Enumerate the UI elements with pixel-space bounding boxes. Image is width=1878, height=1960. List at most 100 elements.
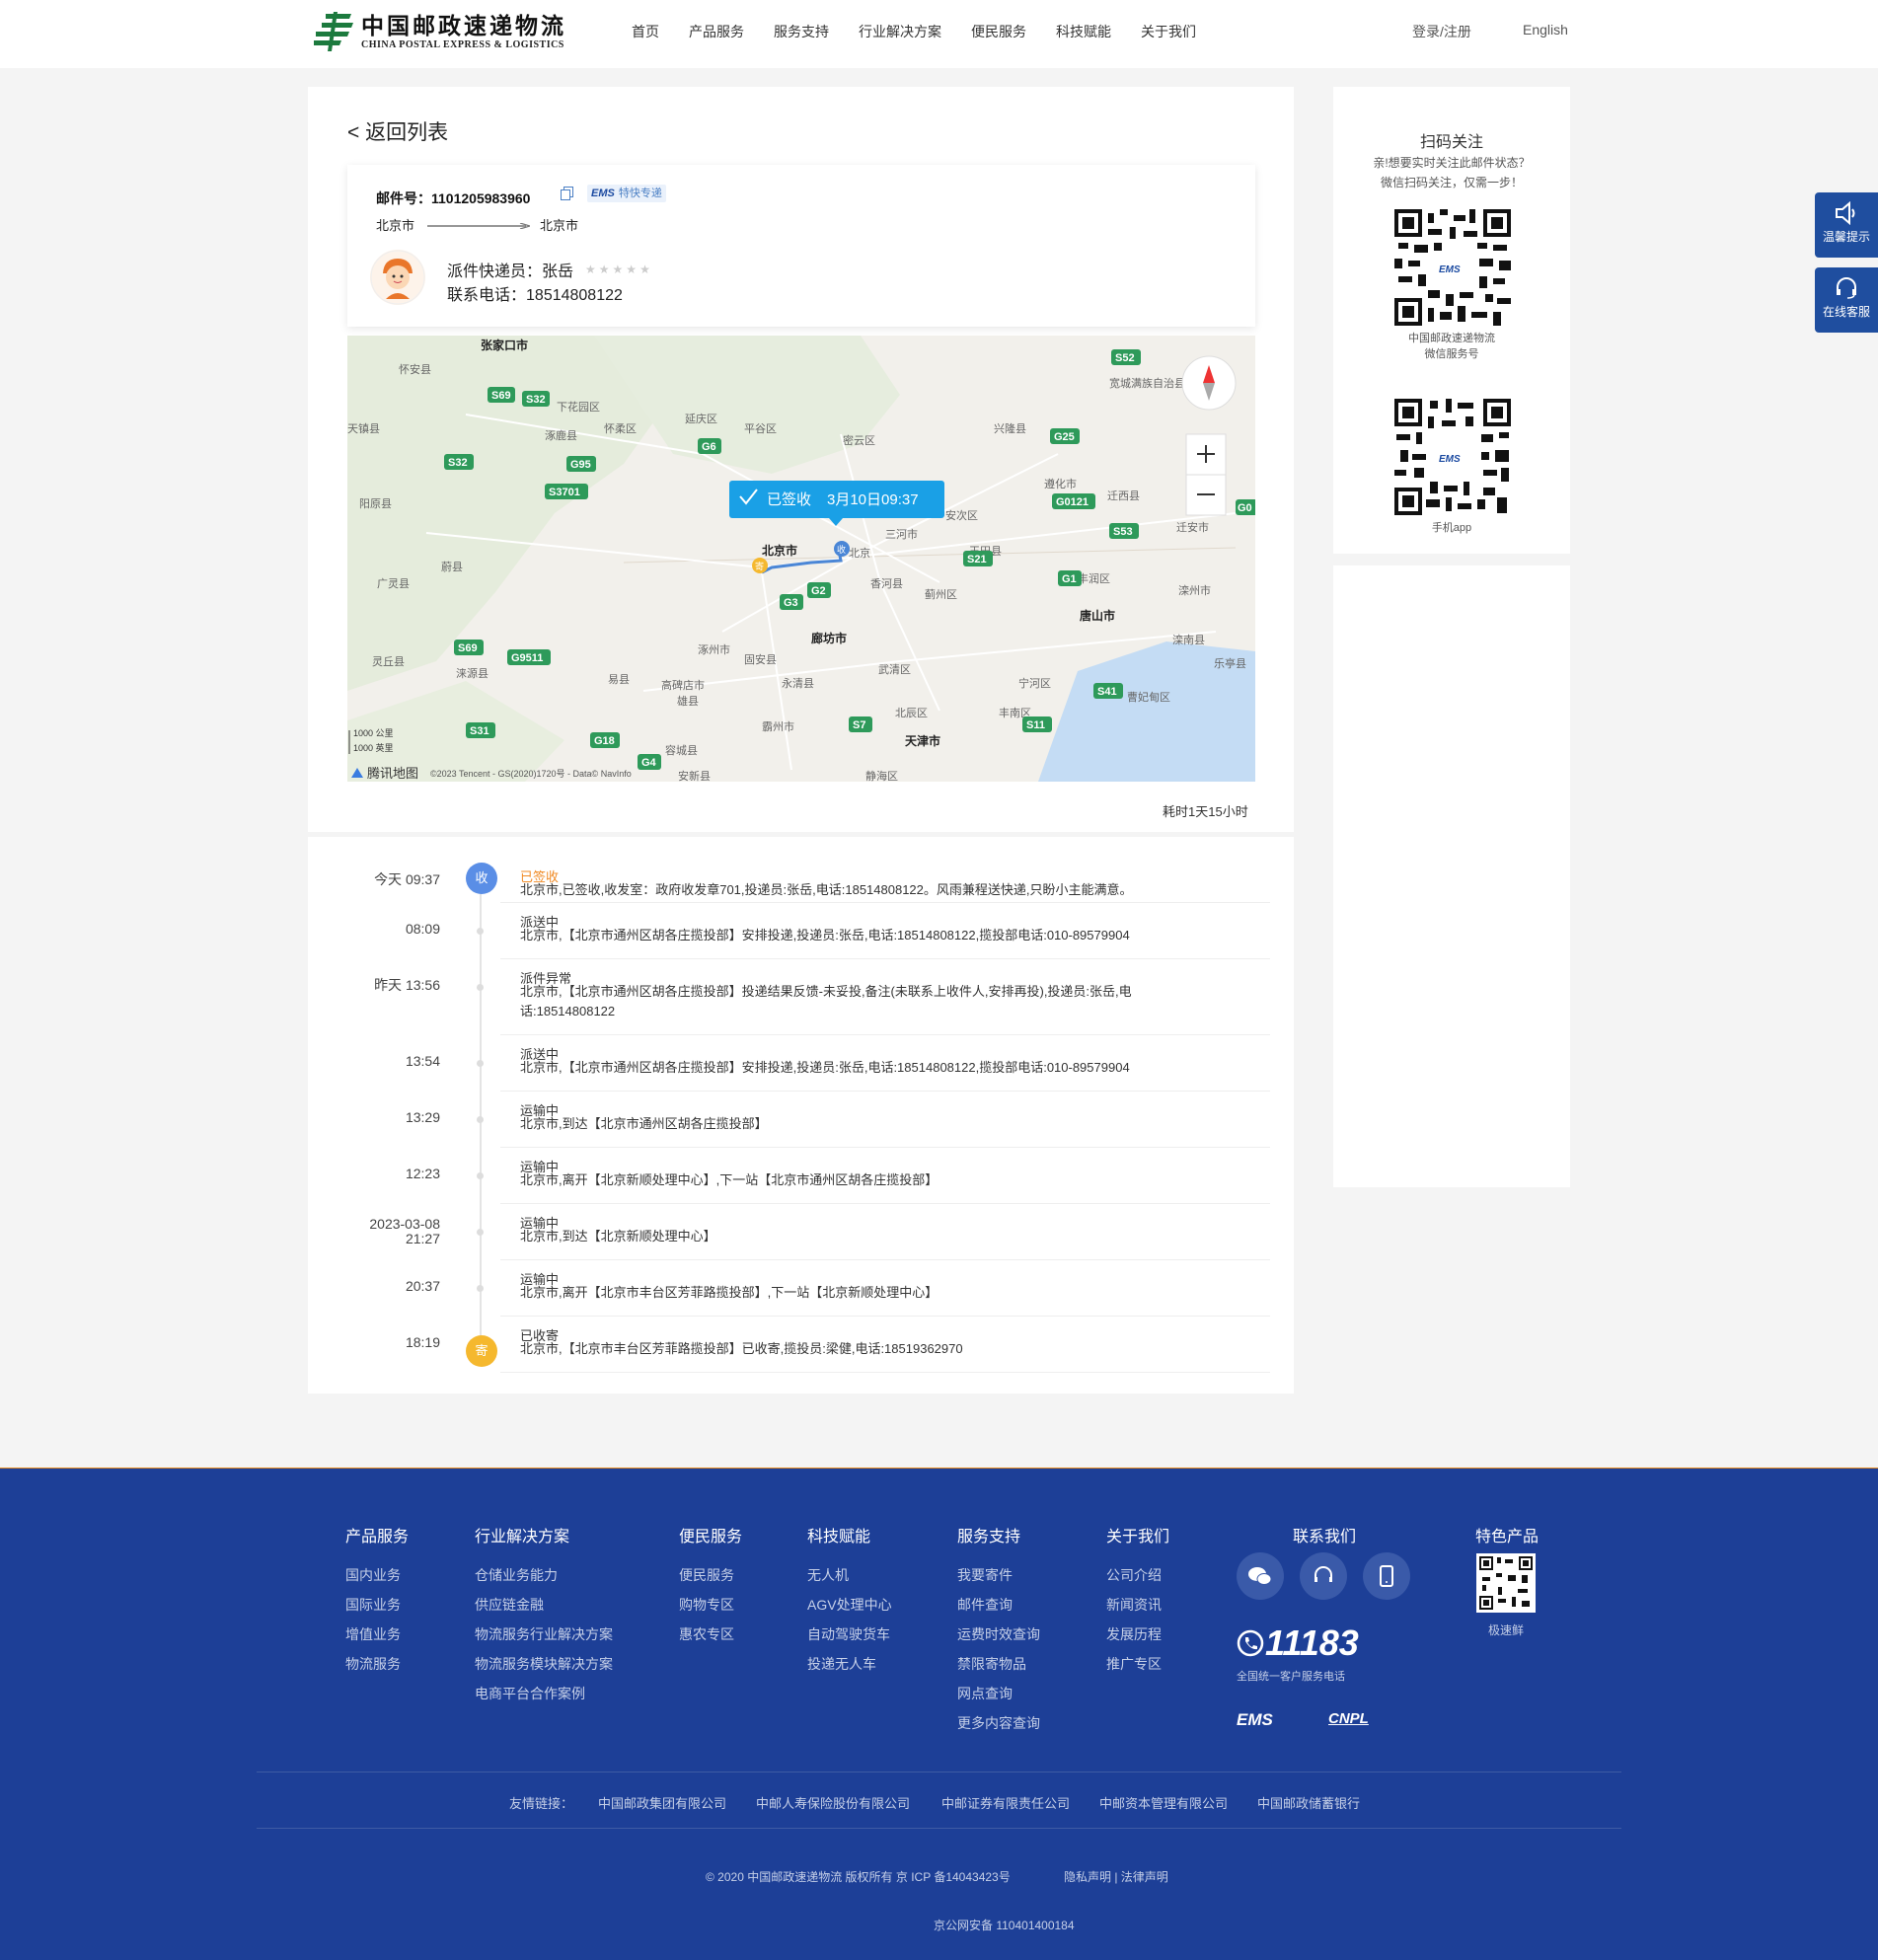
friend-link[interactable]: 中邮人寿保险股份有限公司 [756, 1793, 910, 1812]
mobile-phone-icon [1380, 1565, 1393, 1587]
footer-link[interactable]: 禁限寄物品 [957, 1649, 1040, 1679]
footer-link[interactable]: 物流服务 [345, 1649, 409, 1679]
footer-link[interactable]: 推广专区 [1106, 1649, 1169, 1679]
svg-text:涿鹿县: 涿鹿县 [545, 428, 577, 442]
svg-text:固安县: 固安县 [744, 652, 777, 666]
footer-link[interactable]: 仓储业务能力 [475, 1560, 613, 1590]
courier-rating[interactable]: ★ ★ ★ ★ ★ [585, 263, 653, 276]
nav-support[interactable]: 服务支持 [774, 22, 829, 41]
svg-text:霸州市: 霸州市 [762, 719, 794, 733]
tips-float-button[interactable]: 温馨提示 [1815, 192, 1878, 258]
featured-product-label[interactable]: 极速鲜 [1488, 1621, 1524, 1638]
policy-links[interactable]: 隐私声明 | 法律声明 [1064, 1868, 1168, 1885]
footer-link[interactable]: 更多内容查询 [957, 1708, 1040, 1738]
footer-link[interactable]: 惠农专区 [679, 1620, 742, 1649]
timeline-dot [477, 1229, 484, 1236]
footer-link[interactable]: 物流服务模块解决方案 [475, 1649, 613, 1679]
courier-phone: 联系电话：18514808122 [447, 287, 623, 304]
customer-service-button[interactable] [1300, 1552, 1347, 1600]
svg-text:兴隆县: 兴隆县 [994, 421, 1026, 435]
copy-icon[interactable] [561, 187, 573, 200]
logo[interactable]: 中国邮政速递物流 CHINA POSTAL EXPRESS & LOGISTIC… [312, 10, 566, 53]
nav-products[interactable]: 产品服务 [689, 22, 744, 41]
event-desc: 北京市,离开【北京新顺处理中心】,下一站【北京市通州区胡各庄揽投部】 [520, 1172, 939, 1187]
footer-link[interactable]: 投递无人车 [807, 1649, 892, 1679]
svg-text:蓟州区: 蓟州区 [925, 588, 957, 601]
footer-link[interactable]: 网点查询 [957, 1679, 1040, 1708]
footer-link[interactable]: 邮件查询 [957, 1590, 1040, 1620]
mobile-app-button[interactable] [1363, 1552, 1410, 1600]
svg-text:G0: G0 [1238, 502, 1252, 514]
route-map[interactable]: 张家口市 怀安县 下花园区 延庆区 怀柔区 密云区 兴隆县 宽城满族自治县 天镇… [347, 336, 1255, 782]
footer-link[interactable]: 便民服务 [679, 1560, 742, 1590]
footer-link[interactable]: 新闻资讯 [1106, 1590, 1169, 1620]
event-desc: 北京市,离开【北京市丰台区芳菲路揽投部】,下一站【北京新顺处理中心】 [520, 1285, 939, 1300]
online-service-float-button[interactable]: 在线客服 [1815, 267, 1878, 333]
star-icon[interactable]: ★ [639, 263, 650, 276]
friend-link[interactable]: 中国邮政集团有限公司 [598, 1793, 726, 1812]
sidebar-blank-panel [1333, 565, 1570, 1187]
footer-link[interactable]: AGV处理中心 [807, 1590, 892, 1620]
footer-link[interactable]: 公司介绍 [1106, 1560, 1169, 1590]
star-icon[interactable]: ★ [613, 263, 624, 276]
map-send-marker[interactable]: 寄 [752, 558, 768, 573]
footer-link[interactable]: 运费时效查询 [957, 1620, 1040, 1649]
nav-solutions[interactable]: 行业解决方案 [859, 22, 941, 41]
svg-text:G3: G3 [784, 597, 798, 609]
footer-link[interactable]: 供应链金融 [475, 1590, 613, 1620]
footer-link[interactable]: 自动驾驶货车 [807, 1620, 892, 1649]
nav-about[interactable]: 关于我们 [1141, 22, 1196, 41]
footer-link[interactable]: 物流服务行业解决方案 [475, 1620, 613, 1649]
map-receive-marker[interactable]: 收 [834, 541, 850, 557]
back-to-list-link[interactable]: < 返回列表 [347, 116, 448, 146]
ems-brand-logo: EMS [1237, 1710, 1273, 1729]
svg-text:静海区: 静海区 [865, 769, 898, 782]
featured-product-qr-code[interactable] [1476, 1553, 1536, 1613]
map-canvas[interactable]: 张家口市 怀安县 下花园区 延庆区 怀柔区 密云区 兴隆县 宽城满族自治县 天镇… [347, 336, 1255, 782]
footer-link[interactable]: 发展历程 [1106, 1620, 1169, 1649]
footer-link[interactable]: 电商平台合作案例 [475, 1679, 613, 1708]
footer-col-title: 行业解决方案 [475, 1529, 570, 1545]
event-desc: 北京市,【北京市通州区胡各庄揽投部】投递结果反馈-未妥投,备注(未联系上收件人,… [520, 984, 1132, 1018]
app-qr-caption: 手机app [1431, 522, 1472, 534]
footer-link[interactable]: 国际业务 [345, 1590, 409, 1620]
friend-link[interactable]: 中国邮政储蓄银行 [1257, 1793, 1360, 1812]
footer-link[interactable]: 我要寄件 [957, 1560, 1040, 1590]
main-nav: 首页 产品服务 服务支持 行业解决方案 便民服务 科技赋能 关于我们 [632, 22, 1226, 41]
svg-text:武清区: 武清区 [878, 663, 911, 676]
footer-link[interactable]: 增值业务 [345, 1620, 409, 1649]
footer-link[interactable]: 国内业务 [345, 1560, 409, 1590]
footer-col-support: 服务支持 我要寄件 邮件查询 运费时效查询 禁限寄物品 网点查询 更多内容查询 [957, 1523, 1040, 1738]
svg-text:EMS: EMS [1439, 264, 1461, 275]
login-link[interactable]: 登录/注册 [1412, 22, 1471, 41]
footer-link[interactable]: 无人机 [807, 1560, 892, 1590]
footer-divider [257, 1828, 1621, 1829]
timeline-dot [477, 1172, 484, 1179]
friend-link[interactable]: 中邮资本管理有限公司 [1099, 1793, 1228, 1812]
star-icon[interactable]: ★ [626, 263, 637, 276]
map-compass-icon[interactable] [1181, 355, 1237, 411]
wechat-contact-button[interactable] [1237, 1552, 1284, 1600]
transit-duration: 耗时1天15小时 [1163, 804, 1248, 819]
courier-avatar [370, 250, 425, 305]
footer-col-tech: 科技赋能 无人机 AGV处理中心 自动驾驶货车 投递无人车 [807, 1523, 892, 1679]
hotline-number: 11183 [1265, 1622, 1359, 1663]
logo-en-text: CHINA POSTAL EXPRESS & LOGISTICS [361, 38, 564, 50]
nav-services[interactable]: 便民服务 [971, 22, 1026, 41]
friend-link[interactable]: 中邮证券有限责任公司 [941, 1793, 1070, 1812]
event-desc: 北京市,到达【北京市通州区胡各庄揽投部】 [520, 1116, 768, 1131]
svg-text:灵丘县: 灵丘县 [372, 655, 405, 668]
police-record[interactable]: 京公网安备 110401400184 [934, 1917, 1075, 1933]
star-icon[interactable]: ★ [585, 263, 596, 276]
nav-home[interactable]: 首页 [632, 22, 659, 41]
nav-tech[interactable]: 科技赋能 [1056, 22, 1111, 41]
svg-text:易县: 易县 [608, 673, 630, 686]
svg-text:廊坊市: 廊坊市 [811, 631, 847, 645]
star-icon[interactable]: ★ [599, 263, 610, 276]
svg-text:S31: S31 [470, 725, 489, 737]
footer-link[interactable]: 购物专区 [679, 1590, 742, 1620]
language-link[interactable]: English [1523, 22, 1568, 38]
cnpl-brand-logo: CNPL [1328, 1710, 1369, 1727]
event-time: 今天 09:37 [374, 871, 440, 887]
timeline-dot [477, 1285, 484, 1292]
